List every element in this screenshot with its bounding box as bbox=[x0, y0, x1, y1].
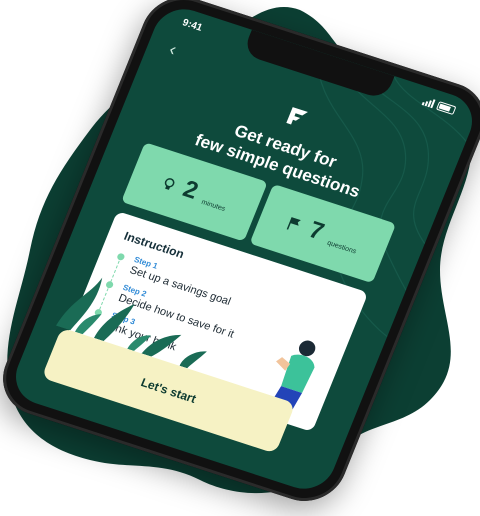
step-dot bbox=[116, 252, 126, 262]
lightbulb-icon bbox=[164, 177, 175, 190]
stat-minutes-value: 2 bbox=[179, 175, 203, 205]
stat-questions-label: questions bbox=[326, 239, 358, 256]
battery-icon bbox=[436, 100, 457, 115]
stat-questions-value: 7 bbox=[304, 216, 328, 246]
flag-icon bbox=[286, 217, 301, 230]
signal-icon bbox=[421, 96, 436, 108]
stat-minutes-label: minutes bbox=[200, 198, 227, 213]
status-time: 9:41 bbox=[180, 16, 205, 34]
